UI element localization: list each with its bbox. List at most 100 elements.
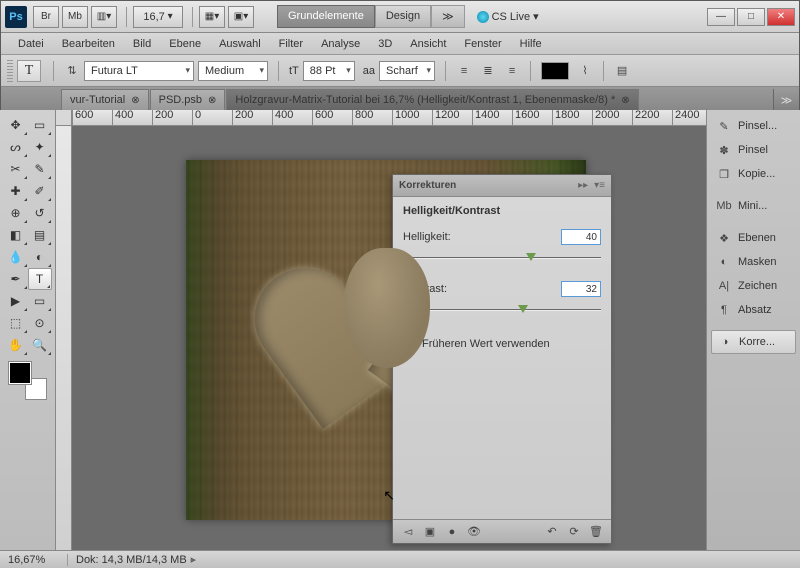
workspace-more[interactable]: ≫ <box>431 5 465 28</box>
workspace-design[interactable]: Design <box>375 5 431 28</box>
status-zoom[interactable]: 16,67% <box>8 554 68 566</box>
text-color-swatch[interactable] <box>541 62 569 80</box>
dock-absatz[interactable]: ¶Absatz <box>711 298 796 322</box>
lasso-tool-icon[interactable]: ᔕ <box>4 136 28 158</box>
dock-zeichen[interactable]: A|Zeichen <box>711 274 796 298</box>
doc-tab[interactable]: vur-Tutorial⊗ <box>61 89 149 111</box>
menu-fenster[interactable]: Fenster <box>455 35 510 53</box>
doc-tab[interactable]: PSD.psb⊗ <box>150 89 226 111</box>
doc-tab-active[interactable]: Holzgravur-Matrix-Tutorial bei 16,7% (He… <box>226 89 638 111</box>
3d-tool-icon[interactable]: ⬚ <box>4 312 28 334</box>
close-icon[interactable]: ⊗ <box>621 95 629 106</box>
wand-tool-icon[interactable]: ✦ <box>28 136 52 158</box>
close-button[interactable]: ✕ <box>767 8 795 26</box>
back-icon[interactable]: ◅ <box>398 523 418 541</box>
align-center-icon[interactable]: ≣ <box>477 61 499 81</box>
previous-state-icon[interactable]: ↶ <box>542 523 562 541</box>
brush-tool-icon[interactable]: ✐ <box>28 180 52 202</box>
panel-collapse-icon[interactable]: ▸▸ <box>578 180 588 191</box>
hand-tool-icon[interactable]: ✋ <box>4 334 28 356</box>
status-docinfo[interactable]: Dok: 14,3 MB/14,3 MB <box>76 554 187 566</box>
menu-auswahl[interactable]: Auswahl <box>210 35 270 53</box>
heal-tool-icon[interactable]: ✚ <box>4 180 28 202</box>
menu-3d[interactable]: 3D <box>369 35 401 53</box>
view-extras-button[interactable]: ▥▾ <box>91 6 117 28</box>
trash-icon[interactable]: 🗑 <box>586 523 606 541</box>
eraser-tool-icon[interactable]: ◧ <box>4 224 28 246</box>
menu-hilfe[interactable]: Hilfe <box>511 35 551 53</box>
close-icon[interactable]: ⊗ <box>208 95 216 106</box>
minibridge-button[interactable]: Mb <box>62 6 88 28</box>
menu-filter[interactable]: Filter <box>270 35 312 53</box>
workspace-essentials[interactable]: Grundelemente <box>277 5 375 28</box>
clip-icon[interactable]: ● <box>442 523 462 541</box>
dock-korrekturen[interactable]: ◑Korre... <box>711 330 796 354</box>
text-orientation-icon[interactable]: ⇅ <box>61 61 83 81</box>
dock-minibridge[interactable]: MbMini... <box>711 194 796 218</box>
3d-camera-icon[interactable]: ⊙ <box>28 312 52 334</box>
font-size-dropdown[interactable]: 88 Pt <box>303 61 355 81</box>
bridge-button[interactable]: Br <box>33 6 59 28</box>
brightness-input[interactable] <box>561 229 601 245</box>
ruler-origin[interactable] <box>56 110 72 126</box>
menu-datei[interactable]: Datei <box>9 35 53 53</box>
brightness-slider[interactable] <box>403 249 601 267</box>
visibility-icon[interactable]: 👁 <box>464 523 484 541</box>
dock-masken[interactable]: ◐Masken <box>711 250 796 274</box>
pen-tool-icon[interactable]: ✒ <box>4 268 28 290</box>
font-family-dropdown[interactable]: Futura LT <box>84 61 194 81</box>
canvas-pane[interactable]: 6004002000200400600800100012001400160018… <box>56 110 706 550</box>
warp-text-icon[interactable]: ⌇ <box>574 61 596 81</box>
dock-pinsel[interactable]: ✽Pinsel <box>711 138 796 162</box>
crop-tool-icon[interactable]: ✂ <box>4 158 28 180</box>
menu-ebene[interactable]: Ebene <box>160 35 210 53</box>
contrast-input[interactable] <box>561 281 601 297</box>
ruler-horizontal[interactable]: 6004002000200400600800100012001400160018… <box>72 110 706 126</box>
align-left-icon[interactable]: ≡ <box>453 61 475 81</box>
maximize-button[interactable]: □ <box>737 8 765 26</box>
slider-thumb-icon[interactable] <box>526 253 536 261</box>
minimize-button[interactable]: — <box>707 8 735 26</box>
panel-tab-korrekturen[interactable]: Korrekturen <box>399 180 456 191</box>
ruler-vertical[interactable] <box>56 126 72 550</box>
cs-live-button[interactable]: CS Live ▾ <box>477 10 539 23</box>
type-tool-icon[interactable]: T <box>28 268 52 290</box>
gradient-tool-icon[interactable]: ▤ <box>28 224 52 246</box>
blur-tool-icon[interactable]: 💧 <box>4 246 28 268</box>
menu-bearbeiten[interactable]: Bearbeiten <box>53 35 124 53</box>
shape-tool-icon[interactable]: ▭ <box>28 290 52 312</box>
dodge-tool-icon[interactable]: ◐ <box>28 246 52 268</box>
history-brush-icon[interactable]: ↺ <box>28 202 52 224</box>
close-icon[interactable]: ⊗ <box>131 95 139 106</box>
move-tool-icon[interactable]: ✥ <box>4 114 28 136</box>
tabs-overflow[interactable]: ≫ <box>773 89 799 111</box>
status-arrow-icon[interactable]: ▸ <box>191 553 197 566</box>
antialias-dropdown[interactable]: Scharf <box>379 61 435 81</box>
stamp-tool-icon[interactable]: ⊕ <box>4 202 28 224</box>
menu-analyse[interactable]: Analyse <box>312 35 369 53</box>
panel-menu-icon[interactable]: ▾≡ <box>594 180 605 191</box>
reset-icon[interactable]: ⟳ <box>564 523 584 541</box>
char-panel-icon[interactable]: ▤ <box>611 61 633 81</box>
marquee-tool-icon[interactable]: ▭ <box>28 114 52 136</box>
dock-kopie[interactable]: ❐Kopie... <box>711 162 796 186</box>
expand-icon[interactable]: ▣ <box>420 523 440 541</box>
legacy-checkbox[interactable]: Früheren Wert verwenden <box>403 337 601 350</box>
tool-preset[interactable]: T <box>17 60 41 82</box>
grip-icon[interactable] <box>7 60 13 82</box>
dock-pinselvorgaben[interactable]: ✎Pinsel... <box>711 114 796 138</box>
eyedropper-tool-icon[interactable]: ✎ <box>28 158 52 180</box>
menu-bild[interactable]: Bild <box>124 35 160 53</box>
menu-ansicht[interactable]: Ansicht <box>401 35 455 53</box>
contrast-slider[interactable] <box>403 301 601 319</box>
slider-thumb-icon[interactable] <box>518 305 528 313</box>
font-weight-dropdown[interactable]: Medium <box>198 61 268 81</box>
dock-ebenen[interactable]: ❖Ebenen <box>711 226 796 250</box>
arrange-docs-button[interactable]: ▦▾ <box>199 6 225 28</box>
zoom-tool-icon[interactable]: 🔍 <box>28 334 52 356</box>
zoom-level-dropdown[interactable]: 16,7 ▾ <box>133 6 183 28</box>
path-select-icon[interactable]: ▶ <box>4 290 28 312</box>
align-right-icon[interactable]: ≡ <box>501 61 523 81</box>
screen-mode-button[interactable]: ▣▾ <box>228 6 254 28</box>
fg-color-swatch[interactable] <box>9 362 31 384</box>
